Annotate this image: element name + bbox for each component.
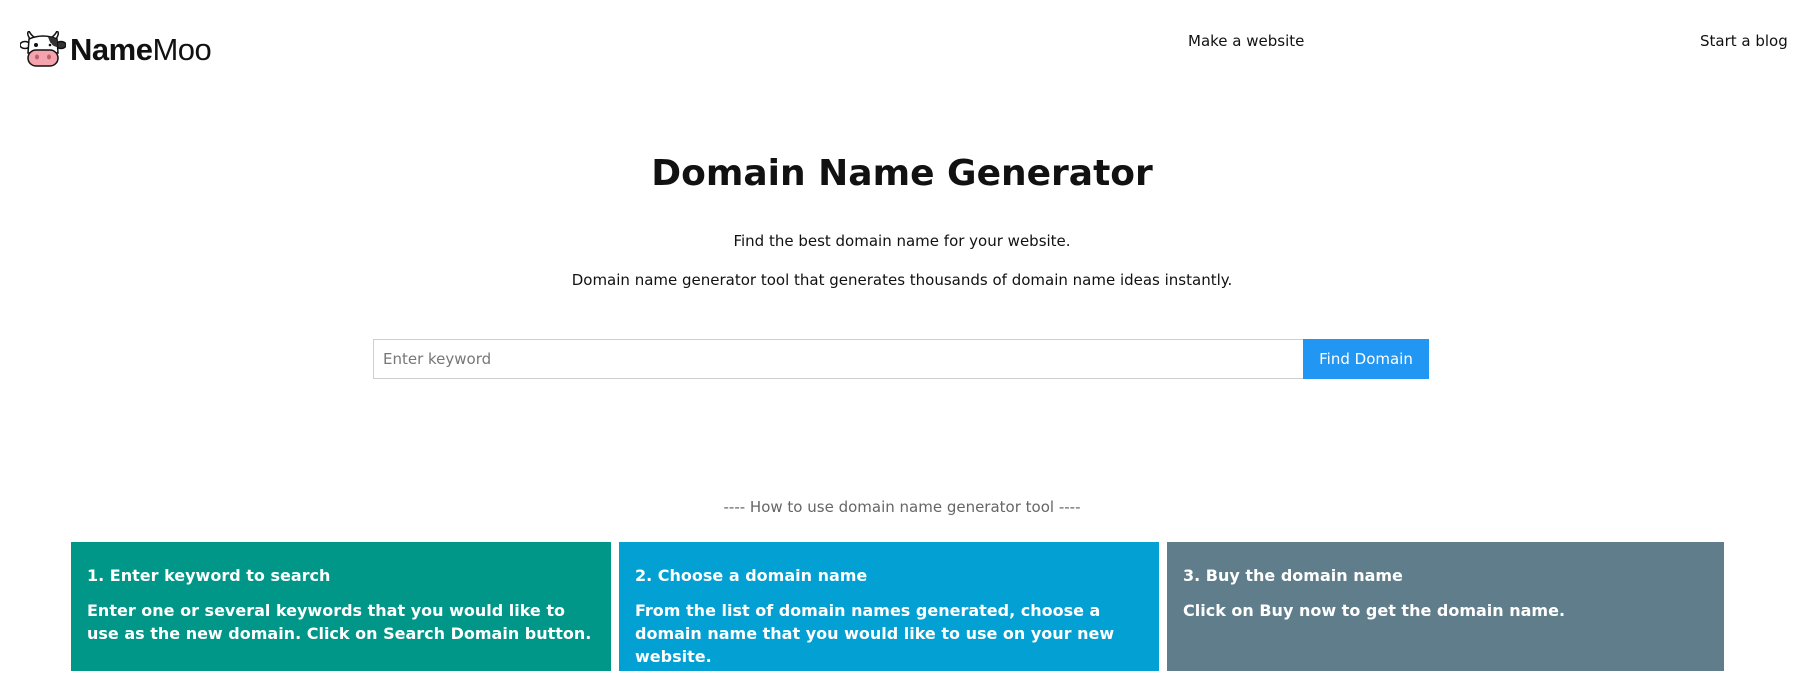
nav-start-blog-link[interactable]: Start a blog bbox=[1700, 32, 1788, 50]
page: NameMoo Make a website Start a blog Doma… bbox=[0, 0, 1804, 700]
step-title: 2. Choose a domain name bbox=[635, 566, 868, 585]
step-text: Click on Buy now to get the domain name. bbox=[1183, 601, 1566, 620]
howto-heading: ---- How to use domain name generator to… bbox=[723, 498, 1081, 516]
find-domain-button[interactable]: Find Domain bbox=[1303, 339, 1429, 379]
step-text: Enter one or several keywords that you w… bbox=[87, 601, 592, 643]
logo-text: NameMoo bbox=[70, 31, 212, 67]
step-card-enter-keyword: 1. Enter keyword to search Enter one or … bbox=[71, 542, 611, 671]
hero-subtitle: Find the best domain name for your websi… bbox=[733, 232, 1071, 250]
domain-search-form: Find Domain bbox=[373, 339, 1429, 379]
step-title: 3. Buy the domain name bbox=[1183, 566, 1403, 585]
cow-face-icon bbox=[20, 31, 66, 67]
nav-make-website-link[interactable]: Make a website bbox=[1188, 32, 1304, 50]
hero-description: Domain name generator tool that generate… bbox=[571, 271, 1233, 289]
keyword-search-input[interactable] bbox=[373, 339, 1303, 379]
step-card-choose-domain: 2. Choose a domain name From the list of… bbox=[619, 542, 1159, 671]
howto-steps: 1. Enter keyword to search Enter one or … bbox=[71, 542, 1724, 671]
step-card-buy-domain: 3. Buy the domain name Click on Buy now … bbox=[1167, 542, 1724, 671]
step-title: 1. Enter keyword to search bbox=[87, 566, 331, 585]
logo-text-bold: Name bbox=[70, 31, 153, 67]
site-logo[interactable]: NameMoo bbox=[20, 31, 212, 67]
step-text: From the list of domain names generated,… bbox=[635, 601, 1115, 666]
logo-text-regular: Moo bbox=[152, 31, 212, 67]
page-title: Domain Name Generator bbox=[651, 153, 1153, 194]
